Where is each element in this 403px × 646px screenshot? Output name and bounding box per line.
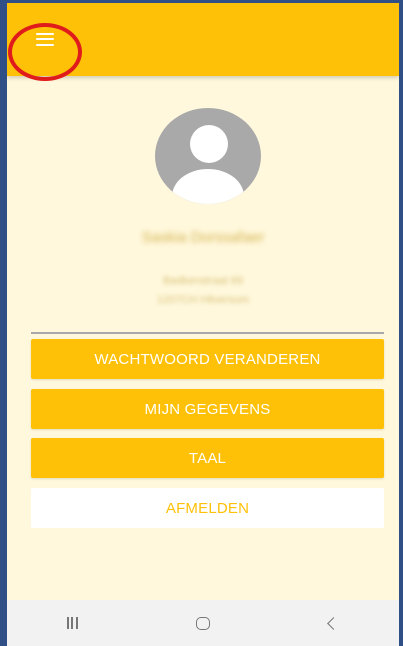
divider [31, 332, 384, 334]
home-button[interactable] [173, 600, 233, 646]
menu-button[interactable] [17, 11, 73, 67]
home-icon [195, 616, 210, 630]
profile-address-line2: 1207CH Hilversum [156, 294, 250, 306]
top-app-bar [7, 3, 399, 76]
recents-icon [66, 617, 78, 629]
profile-address-line1: Badkenstraat 69 [162, 275, 244, 287]
language-button[interactable]: TAAL [31, 438, 384, 478]
system-navigation-bar [7, 600, 399, 646]
hamburger-menu-icon [36, 32, 54, 46]
app-screen: Saskia Dorssafaer Badkenstraat 69 1207CH… [0, 0, 403, 646]
my-details-button[interactable]: MIJN GEGEVENS [31, 389, 384, 429]
logout-button[interactable]: AFMELDEN [31, 488, 384, 528]
profile-name: Saskia Dorssafaer [141, 229, 265, 246]
change-password-button[interactable]: WACHTWOORD VERANDEREN [31, 339, 384, 379]
back-icon [327, 616, 341, 630]
avatar-icon [155, 108, 261, 204]
recents-button[interactable] [42, 600, 102, 646]
back-button[interactable] [304, 600, 364, 646]
